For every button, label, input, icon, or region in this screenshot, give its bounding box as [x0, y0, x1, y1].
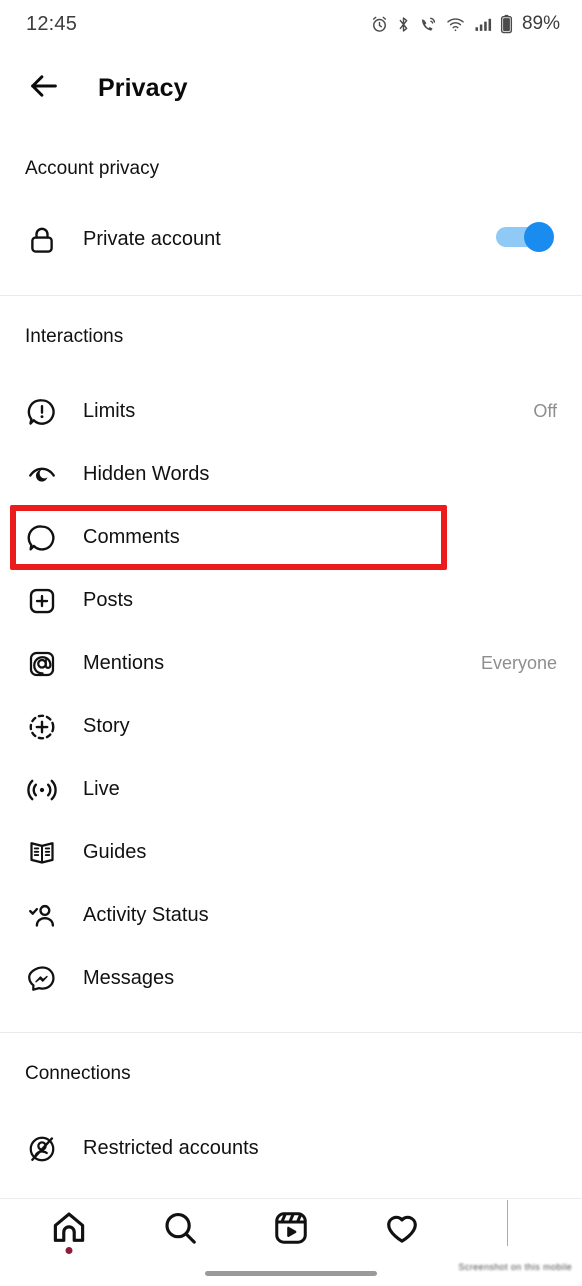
settings-list: Account privacy Private account Interact…	[0, 130, 582, 1224]
bottom-navigation-bar: Screenshot on this mobile	[0, 1198, 582, 1286]
row-label: Restricted accounts	[83, 1137, 259, 1159]
lock-icon	[25, 223, 59, 257]
row-label: Activity Status	[83, 904, 209, 926]
phone-screen: 12:45 89% Privacy Account privacy Privat…	[0, 0, 582, 1286]
nav-item-search[interactable]	[125, 1199, 236, 1261]
home-badge-dot	[65, 1247, 73, 1254]
row-story[interactable]: Story	[0, 695, 582, 758]
back-button[interactable]	[24, 68, 64, 108]
search-icon	[161, 1209, 199, 1252]
row-label: Story	[83, 715, 130, 737]
row-label: Live	[83, 778, 120, 800]
private-account-toggle[interactable]	[495, 220, 557, 259]
section-title-interactions: Interactions	[25, 326, 124, 347]
battery-icon	[500, 14, 513, 34]
comments-highlight-box	[10, 505, 447, 570]
row-label: Posts	[83, 589, 134, 611]
page-title: Privacy	[98, 73, 188, 102]
restricted-accounts-icon	[25, 1132, 59, 1166]
row-label: Private account	[83, 228, 221, 250]
row-private-account[interactable]: Private account	[0, 208, 582, 271]
section-interactions: Interactions Limits Off Hidden Words Com…	[0, 296, 582, 1033]
section-title-account-privacy: Account privacy	[25, 158, 160, 179]
row-label: Messages	[83, 967, 175, 989]
nav-item-profile[interactable]	[457, 1199, 568, 1261]
cellular-signal-icon	[473, 15, 493, 34]
posts-icon	[25, 584, 59, 618]
status-bar: 12:45 89%	[0, 0, 582, 48]
limits-icon	[25, 395, 59, 429]
blurred-artifact-text: Screenshot on this mobile	[458, 1262, 572, 1272]
row-comments[interactable]: Comments	[0, 505, 582, 570]
status-clock: 12:45	[26, 12, 78, 35]
row-messages[interactable]: Messages	[0, 947, 582, 1010]
heart-icon	[383, 1209, 421, 1252]
alarm-icon	[370, 15, 389, 34]
section-title-connections: Connections	[25, 1063, 131, 1084]
screen-edge-artifact	[507, 1200, 508, 1246]
row-guides[interactable]: Guides	[0, 821, 582, 884]
row-label: Limits	[83, 400, 136, 422]
row-label: Mentions	[83, 652, 165, 674]
row-label: Comments	[83, 526, 180, 548]
activity-status-icon	[25, 899, 59, 933]
reels-icon	[272, 1209, 310, 1252]
wifi-calling-icon	[418, 15, 438, 34]
mentions-icon	[25, 647, 59, 681]
bluetooth-icon	[396, 15, 411, 34]
row-value: Off	[533, 401, 557, 421]
page-header: Privacy	[0, 56, 582, 120]
row-value: Everyone	[480, 653, 557, 673]
battery-percent-label: 89%	[521, 13, 560, 34]
nav-item-reels[interactable]	[236, 1199, 347, 1261]
wifi-icon	[445, 15, 466, 34]
row-limits[interactable]: Limits Off	[0, 380, 582, 443]
row-mentions[interactable]: Mentions Everyone	[0, 632, 582, 695]
hidden-words-icon	[25, 458, 59, 492]
messages-icon	[25, 962, 59, 996]
story-icon	[25, 710, 59, 744]
status-icon-tray: 89%	[370, 13, 560, 35]
row-restricted-accounts[interactable]: Restricted accounts	[0, 1117, 582, 1180]
row-hidden-words[interactable]: Hidden Words	[0, 443, 582, 506]
row-activity-status[interactable]: Activity Status	[0, 884, 582, 947]
guides-icon	[25, 836, 59, 870]
row-live[interactable]: Live	[0, 758, 582, 821]
row-label: Guides	[83, 841, 147, 863]
back-arrow-icon	[27, 69, 61, 108]
home-indicator[interactable]	[205, 1271, 377, 1276]
nav-item-home[interactable]	[14, 1199, 125, 1261]
row-label: Hidden Words	[83, 463, 210, 485]
live-icon	[25, 773, 59, 807]
section-account-privacy: Account privacy Private account	[0, 130, 582, 296]
nav-item-activity[interactable]	[346, 1199, 457, 1261]
comments-icon	[25, 521, 59, 555]
row-posts[interactable]: Posts	[0, 569, 582, 632]
home-icon	[50, 1209, 88, 1252]
